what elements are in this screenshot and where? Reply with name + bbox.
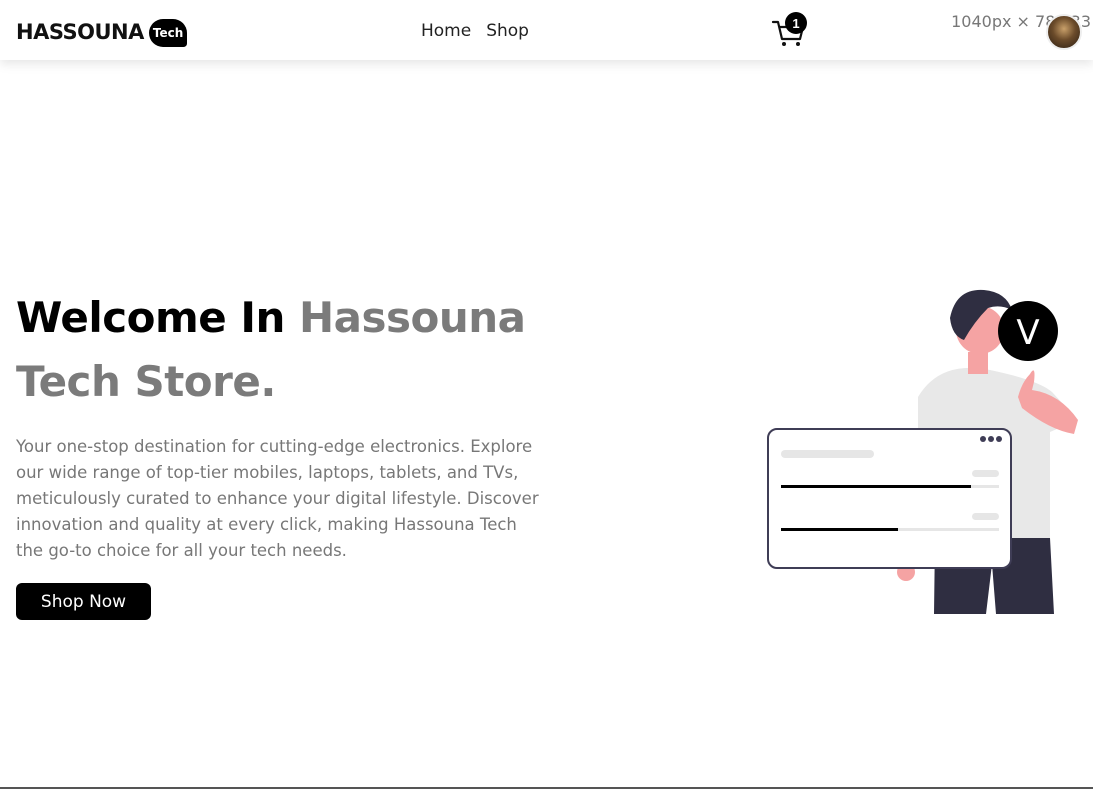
person-approval-illustration: V: [767, 289, 1078, 614]
navbar: HASSOUNA Tech Home Shop 1 1040px × 781.3…: [0, 0, 1093, 60]
logo-text: HASSOUNA: [16, 20, 144, 44]
hero-title: Welcome In Hassouna Tech Store.: [16, 286, 576, 414]
check-symbol: V: [1016, 313, 1039, 353]
user-avatar[interactable]: [1046, 14, 1082, 50]
nav-link-shop[interactable]: Shop: [486, 21, 529, 41]
cart-count-badge: 1: [785, 12, 807, 34]
logo[interactable]: HASSOUNA Tech: [16, 17, 188, 47]
logo-badge: Tech: [148, 19, 188, 47]
hero-description: Your one-stop destination for cutting-ed…: [16, 437, 539, 560]
shop-now-button[interactable]: Shop Now: [16, 583, 151, 620]
nav-links: Home Shop: [421, 21, 529, 41]
cart-button[interactable]: 1: [771, 12, 811, 50]
hero-title-dark: Welcome In: [16, 293, 299, 342]
nav-link-home[interactable]: Home: [421, 21, 471, 41]
